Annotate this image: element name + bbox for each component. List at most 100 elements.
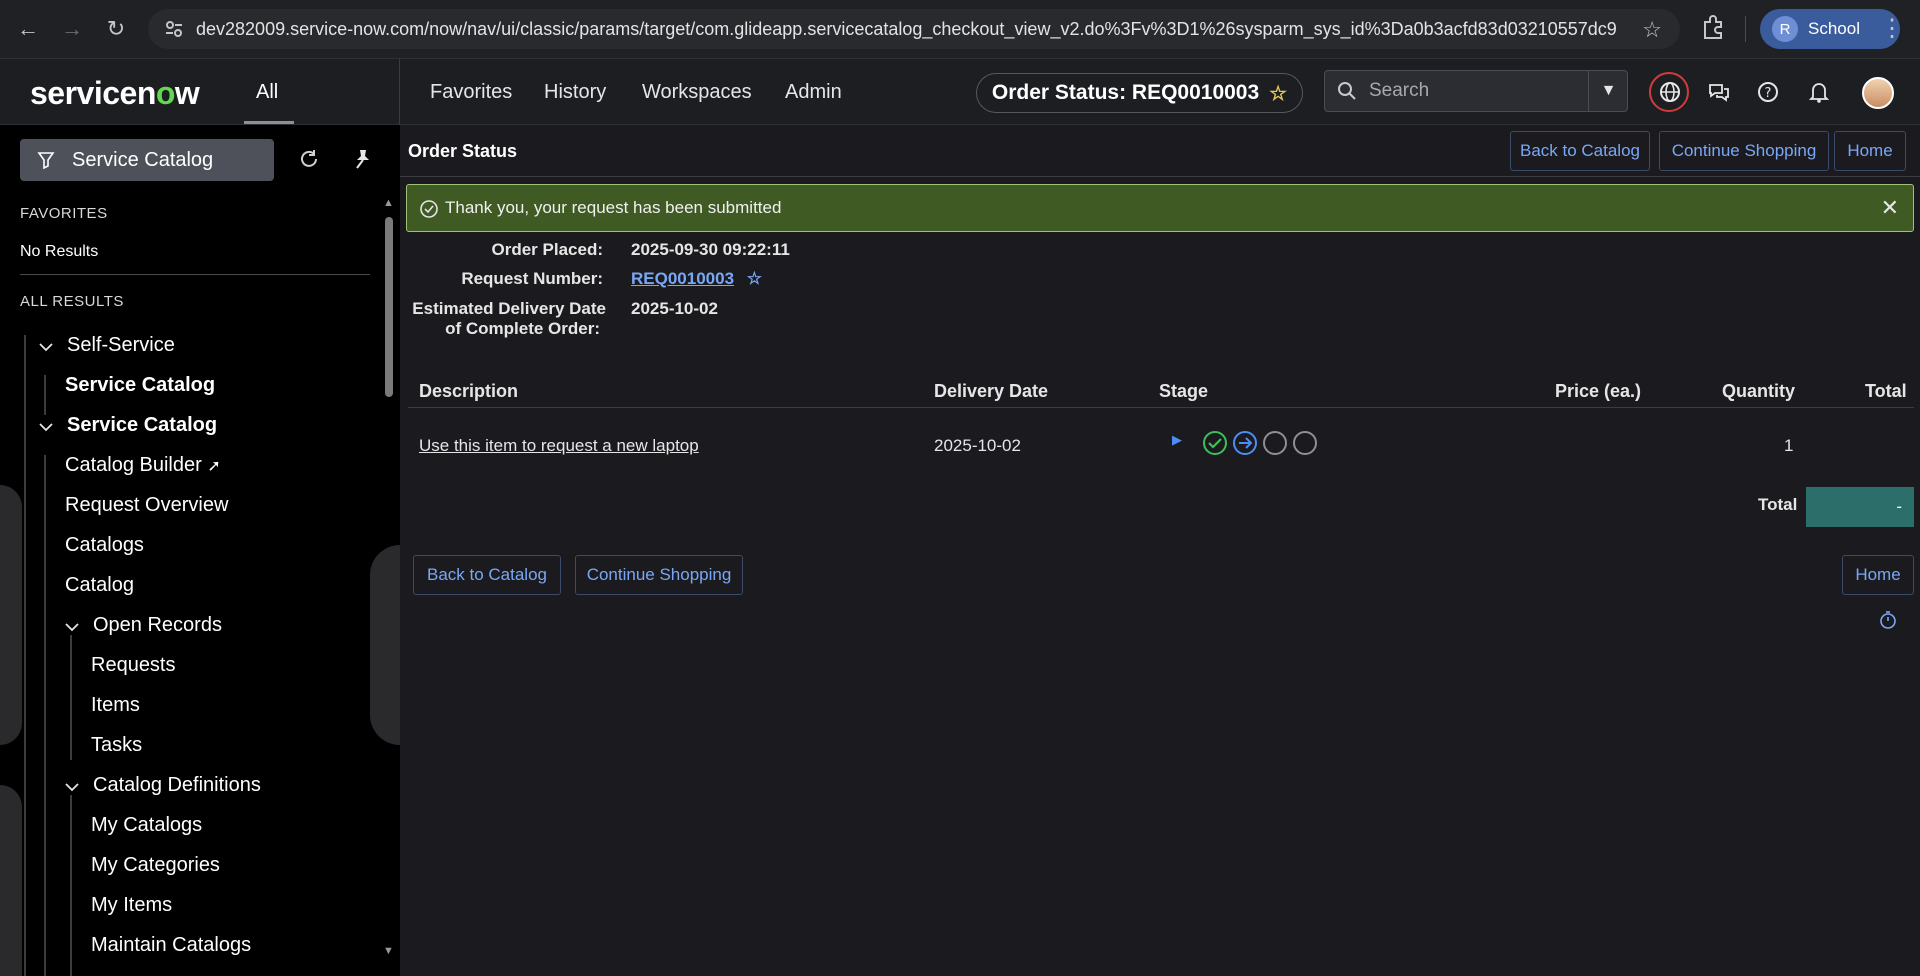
item-description-link[interactable]: Use this item to request a new laptop [419, 436, 699, 456]
sidebar-item-my-items[interactable]: My Items [91, 894, 172, 917]
favorite-star-icon[interactable]: ☆ [747, 269, 762, 288]
close-icon[interactable]: ✕ [1881, 195, 1899, 221]
sidebar-item-my-catalogs[interactable]: My Catalogs [91, 814, 202, 837]
chat-icon[interactable] [1706, 79, 1732, 105]
sidebar-item-items[interactable]: Items [91, 694, 140, 717]
page-title-pill: Order Status: REQ0010003 ☆ [976, 73, 1303, 113]
response-time-icon[interactable] [1878, 610, 1898, 630]
search-scope-dropdown[interactable]: ▼ [1588, 70, 1628, 112]
address-bar[interactable]: dev282009.service-now.com/now/nav/ui/cla… [148, 9, 1680, 49]
user-avatar[interactable] [1862, 77, 1894, 109]
column-header-description: Description [419, 381, 519, 401]
search-icon [1338, 82, 1356, 100]
order-total-label: Total [1758, 495, 1798, 514]
sidebar-item-requests[interactable]: Requests [91, 654, 176, 677]
sidebar-scrollbar[interactable] [385, 217, 393, 397]
favorites-empty: No Results [20, 243, 99, 260]
back-to-catalog-button[interactable]: Back to Catalog [1510, 131, 1650, 171]
favorites-heading: FAVORITES [20, 205, 108, 222]
order-placed-label: Order Placed: [491, 240, 604, 259]
url-text[interactable]: dev282009.service-now.com/now/nav/ui/cla… [196, 19, 1616, 40]
continue-shopping-button-bottom[interactable]: Continue Shopping [575, 555, 743, 595]
nav-admin[interactable]: Admin [785, 81, 842, 104]
forward-arrow-icon[interactable]: → [50, 9, 94, 49]
nav-favorites[interactable]: Favorites [430, 81, 512, 104]
sidebar-item-service-catalog-app[interactable]: Service Catalog [67, 414, 217, 437]
chevron-down-icon[interactable] [38, 339, 54, 355]
filter-value: Service Catalog [72, 148, 214, 171]
sidebar-item-catalog-builder[interactable]: Catalog Builder ➚ [65, 454, 221, 477]
request-number-link[interactable]: REQ0010003 [631, 269, 734, 288]
main-content: Order Status Back to Catalog Continue Sh… [400, 125, 1920, 976]
tree-guide [44, 375, 46, 415]
sidebar-item-open-records[interactable]: Open Records [93, 614, 222, 637]
scroll-down-arrow-icon[interactable]: ▼ [383, 945, 394, 957]
estimated-delivery-label: Estimated Delivery Date of Complete Orde… [400, 299, 606, 339]
stage-current-icon [1233, 431, 1257, 455]
scroll-up-arrow-icon[interactable]: ▲ [383, 197, 394, 209]
home-button-bottom[interactable]: Home [1842, 555, 1914, 595]
page-heading: Order Status [408, 141, 518, 161]
sidebar-divider [20, 274, 370, 275]
page-title: Order Status: REQ0010003 [991, 81, 1260, 104]
chevron-down-icon[interactable] [64, 779, 80, 795]
all-tab-indicator [244, 121, 294, 124]
notifications-bell-icon[interactable] [1806, 79, 1832, 105]
profile-button[interactable]: R School [1760, 9, 1900, 49]
sidebar-item-catalog[interactable]: Catalog [65, 574, 134, 597]
logo-text-a: servicen [30, 75, 156, 111]
home-button[interactable]: Home [1834, 131, 1906, 171]
sidebar-item-maintain-catalogs[interactable]: Maintain Catalogs [91, 934, 251, 957]
app-header: servicenow All Favorites History Workspa… [0, 59, 1920, 125]
logo-text-w: w [174, 75, 200, 111]
navigator-sidebar: Service Catalog FAVORITES No Results ALL… [0, 125, 400, 976]
back-arrow-icon[interactable]: ← [6, 9, 50, 49]
nav-workspaces[interactable]: Workspaces [642, 81, 752, 104]
nav-history[interactable]: History [544, 81, 606, 104]
estimated-delivery-label-line1: Estimated Delivery Date [412, 299, 606, 318]
all-results-heading: ALL RESULTS [20, 293, 124, 310]
all-menu-tab[interactable]: All [256, 81, 278, 104]
extensions-icon[interactable] [1700, 14, 1726, 40]
chevron-down-icon[interactable] [38, 419, 54, 435]
pin-icon[interactable] [351, 147, 375, 171]
tree-guide [70, 795, 72, 976]
global-search-input[interactable]: Search [1324, 70, 1628, 112]
chevron-down-icon[interactable] [64, 619, 80, 635]
search-placeholder: Search [1369, 80, 1430, 101]
servicenow-logo[interactable]: servicenow [30, 75, 200, 112]
bookmark-star-icon[interactable]: ☆ [1642, 17, 1662, 43]
sidebar-item-service-catalog-module[interactable]: Service Catalog [65, 374, 215, 397]
sidebar-item-catalog-definitions[interactable]: Catalog Definitions [93, 774, 261, 797]
tree-guide [24, 335, 26, 976]
help-icon[interactable]: ? [1755, 79, 1781, 105]
background-decoration [370, 545, 400, 745]
item-quantity: 1 [1784, 436, 1794, 455]
back-to-catalog-button-bottom[interactable]: Back to Catalog [413, 555, 561, 595]
navigator-filter-input[interactable]: Service Catalog [20, 139, 274, 181]
refresh-icon[interactable] [297, 147, 321, 171]
column-header-delivery-date: Delivery Date [934, 381, 1049, 401]
sidebar-item-self-service[interactable]: Self-Service [67, 334, 175, 357]
column-header-price: Price (ea.) [1555, 381, 1642, 401]
globe-icon[interactable] [1657, 79, 1683, 105]
site-info-icon[interactable] [164, 19, 184, 39]
continue-shopping-button[interactable]: Continue Shopping [1659, 131, 1829, 171]
browser-menu-icon[interactable]: ⋮ [1880, 14, 1904, 43]
expand-stage-caret-icon[interactable]: ▶ [1172, 432, 1182, 448]
svg-text:?: ? [1765, 86, 1772, 101]
favorite-star-icon[interactable]: ☆ [1269, 81, 1287, 106]
stage-pending-icon [1263, 431, 1287, 455]
tree-guide [44, 455, 46, 976]
sidebar-item-my-categories[interactable]: My Categories [91, 854, 220, 877]
toolbar-divider [1745, 16, 1746, 42]
form-header: Order Status Back to Catalog Continue Sh… [400, 125, 1920, 177]
sidebar-item-tasks[interactable]: Tasks [91, 734, 142, 757]
external-link-icon: ➚ [207, 458, 221, 475]
sidebar-item-catalogs[interactable]: Catalogs [65, 534, 144, 557]
stage-pending-icon [1293, 431, 1317, 455]
sidebar-item-request-overview[interactable]: Request Overview [65, 494, 228, 517]
check-circle-icon [420, 200, 438, 218]
column-header-quantity: Quantity [1722, 381, 1796, 401]
reload-icon[interactable]: ↻ [94, 9, 138, 49]
